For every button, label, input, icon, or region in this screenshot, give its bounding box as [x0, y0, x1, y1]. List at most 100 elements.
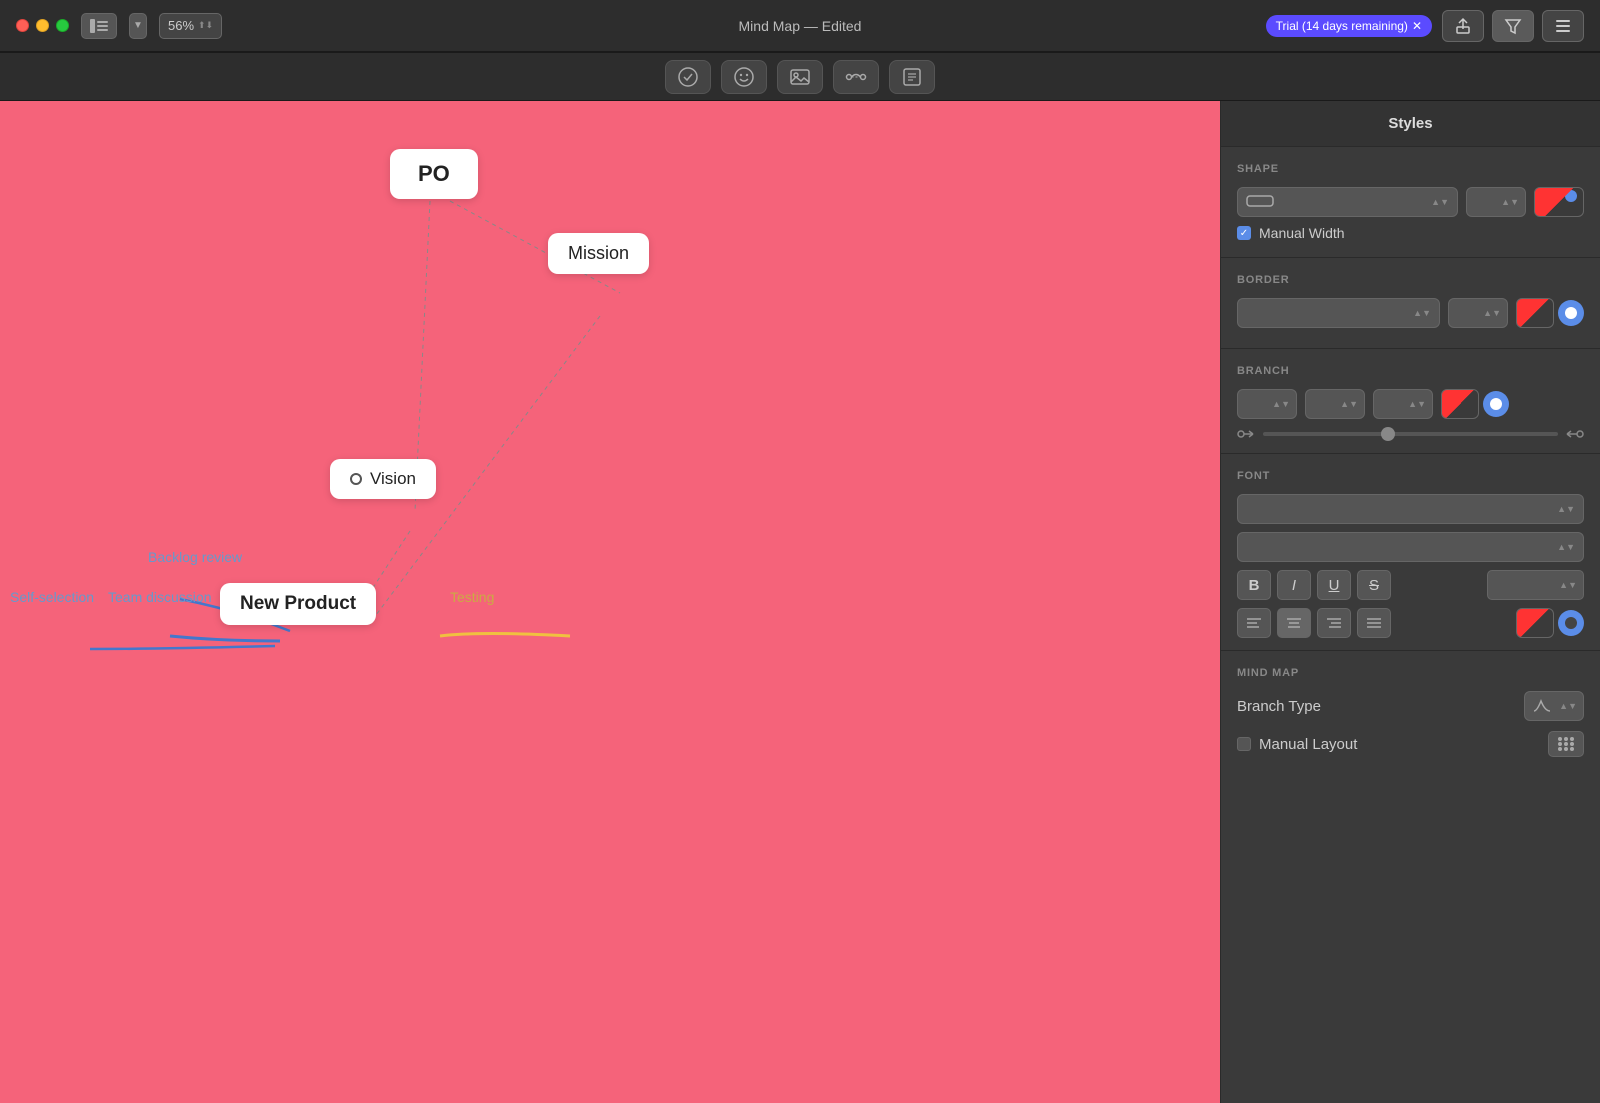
branch-type-row: Branch Type ▲▼ — [1237, 691, 1584, 721]
filter-button[interactable] — [1492, 10, 1534, 42]
node-new-product-label: New Product — [240, 593, 356, 614]
font-color-swatch[interactable] — [1516, 608, 1554, 638]
sidebar-icon — [90, 19, 108, 33]
border-section: BORDER ▲▼ ▲▼ — [1221, 258, 1600, 349]
branch-type-select[interactable]: ▲▼ — [1524, 691, 1584, 721]
strikethrough-button[interactable]: S — [1357, 570, 1391, 600]
branch-control-2[interactable]: ▲▼ — [1305, 389, 1365, 419]
node-vision[interactable]: Vision — [330, 459, 436, 499]
close-button[interactable] — [16, 19, 29, 32]
manual-layout-checkbox[interactable] — [1237, 737, 1251, 751]
list-icon — [1554, 17, 1572, 35]
node-mission[interactable]: Mission — [548, 233, 649, 274]
node-po[interactable]: PO — [390, 149, 478, 199]
align-right-icon — [1326, 616, 1342, 630]
underline-button[interactable]: U — [1317, 570, 1351, 600]
branch-control-3[interactable]: ▲▼ — [1373, 389, 1433, 419]
node-vision-label: Vision — [370, 469, 416, 489]
branch-type-arrows: ▲▼ — [1559, 701, 1577, 711]
image-tool-button[interactable] — [777, 60, 823, 94]
branch-slider-row — [1237, 427, 1584, 441]
note-tool-button[interactable] — [889, 60, 935, 94]
trial-badge[interactable]: Trial (14 days remaining) ✕ — [1266, 15, 1432, 37]
self-text: Self-selection — [10, 589, 94, 605]
canvas[interactable]: PO Mission Vision New Product Backlog re… — [0, 101, 1220, 1103]
text-align-row — [1237, 608, 1584, 638]
font-family-select[interactable]: ▲▼ — [1237, 494, 1584, 524]
node-mission-label: Mission — [568, 243, 629, 263]
branch-start-icon — [1237, 427, 1257, 441]
italic-button[interactable]: I — [1277, 570, 1311, 600]
align-left-button[interactable] — [1237, 608, 1271, 638]
align-justify-button[interactable] — [1357, 608, 1391, 638]
shape-type-arrows: ▲▼ — [1431, 197, 1449, 207]
testing-text: Testing — [450, 589, 494, 605]
layout-grid-icon — [1556, 735, 1576, 753]
node-new-product[interactable]: New Product — [220, 583, 376, 625]
team-text: Team discussion — [108, 589, 212, 605]
manual-layout-icon-button[interactable] — [1548, 731, 1584, 757]
connection-icon — [845, 66, 867, 88]
chevron-down-icon[interactable]: ▼ — [129, 13, 147, 39]
branch-type-label: Branch Type — [1237, 698, 1321, 715]
align-center-button[interactable] — [1277, 608, 1311, 638]
font-color-group — [1516, 608, 1584, 638]
toolbar — [0, 53, 1600, 101]
image-icon — [789, 66, 811, 88]
border-style-select[interactable]: ▲▼ — [1237, 298, 1440, 328]
manual-width-label: Manual Width — [1259, 225, 1345, 241]
manual-layout-row: Manual Layout — [1237, 731, 1584, 757]
minimize-button[interactable] — [36, 19, 49, 32]
shape-section-label: SHAPE — [1237, 163, 1584, 175]
slider-thumb[interactable] — [1381, 427, 1395, 441]
check-tool-button[interactable] — [665, 60, 711, 94]
border-color-swatch[interactable] — [1516, 298, 1554, 328]
share-button[interactable] — [1442, 10, 1484, 42]
branch-thickness-slider[interactable] — [1263, 432, 1558, 436]
shape-color-toggle[interactable] — [1565, 190, 1577, 202]
branch-color-swatch[interactable] — [1441, 389, 1479, 419]
mindmap-section: MIND MAP Branch Type ▲▼ — [1221, 651, 1600, 783]
shape-width-input[interactable]: ▲▼ — [1466, 187, 1526, 217]
branch-section-label: BRANCH — [1237, 365, 1584, 377]
mindmap-section-label: MIND MAP — [1237, 667, 1584, 679]
font-size-select[interactable]: ▲▼ — [1487, 570, 1585, 600]
font-color-toggle[interactable] — [1558, 610, 1584, 636]
border-toggle[interactable] — [1558, 300, 1584, 326]
titlebar: ▼ 56% ⬆⬇ Mind Map — Edited Trial (14 day… — [0, 0, 1600, 52]
font-family-arrows: ▲▼ — [1557, 504, 1575, 514]
manual-layout-label: Manual Layout — [1259, 736, 1357, 753]
font-style-select[interactable]: ▲▼ — [1237, 532, 1584, 562]
manual-width-row: ✓ Manual Width — [1237, 225, 1584, 241]
shape-section: SHAPE ▲▼ ▲▼ — [1221, 147, 1600, 258]
maximize-button[interactable] — [56, 19, 69, 32]
shape-color-swatch[interactable] — [1534, 187, 1584, 217]
font-section-label: FONT — [1237, 470, 1584, 482]
connection-tool-button[interactable] — [833, 60, 879, 94]
zoom-value: 56% — [168, 18, 194, 33]
shape-type-select[interactable]: ▲▼ — [1237, 187, 1458, 217]
list-button[interactable] — [1542, 10, 1584, 42]
panel-title: Styles — [1221, 101, 1600, 147]
align-center-icon — [1286, 616, 1302, 630]
sidebar-toggle-button[interactable] — [81, 13, 117, 39]
border-width-input[interactable]: ▲▼ — [1448, 298, 1508, 328]
title-text: Mind Map — Edited — [739, 18, 862, 34]
styles-panel: Styles SHAPE ▲▼ ▲▼ — [1220, 101, 1600, 1103]
branch-controls-row: ▲▼ ▲▼ ▲▼ — [1237, 389, 1584, 419]
bold-button[interactable]: B — [1237, 570, 1271, 600]
width-arrows: ▲▼ — [1501, 197, 1519, 207]
smiley-tool-button[interactable] — [721, 60, 767, 94]
window-title: Mind Map — Edited — [739, 18, 862, 34]
manual-width-checkbox[interactable]: ✓ — [1237, 226, 1251, 240]
traffic-lights — [16, 19, 69, 32]
border-section-label: BORDER — [1237, 274, 1584, 286]
branch-type-control: ▲▼ — [1524, 691, 1584, 721]
label-self-selection: Self-selection — [10, 589, 94, 605]
view-mode-selector[interactable]: ▼ — [129, 13, 147, 39]
align-right-button[interactable] — [1317, 608, 1351, 638]
zoom-control[interactable]: 56% ⬆⬇ — [159, 13, 222, 39]
branch-control-1[interactable]: ▲▼ — [1237, 389, 1297, 419]
label-backlog-review: Backlog review — [148, 549, 242, 565]
branch-toggle[interactable] — [1483, 391, 1509, 417]
